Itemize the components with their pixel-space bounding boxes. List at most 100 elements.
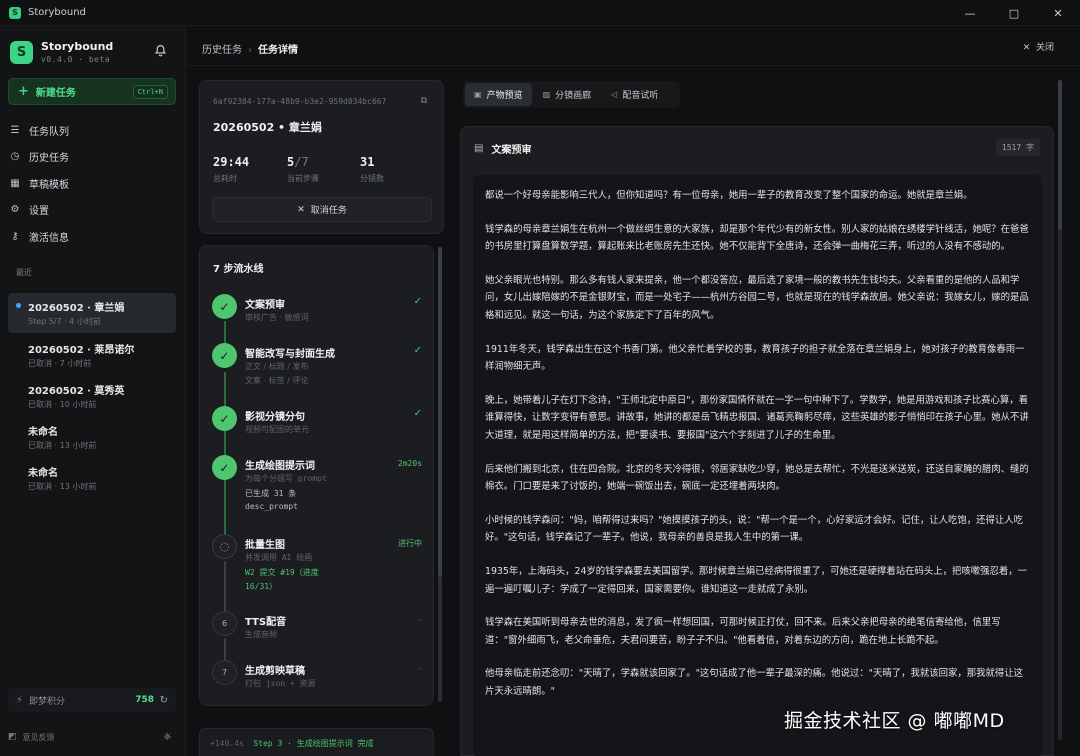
breadcrumb-parent[interactable]: 历史任务: [202, 45, 242, 56]
task-summary-card: 6af92384-177a-48b9-b3e2-959d034bc667 ⧉ 2…: [199, 80, 444, 234]
output-tabs: ▣ 产物预览 ▨ 分镜画廊 ◁ 配音试听: [463, 81, 680, 108]
step-desc-2: 文案 · 标签 / 评论: [245, 376, 309, 385]
bell-icon[interactable]: [154, 44, 168, 58]
step-pending-mark: –: [418, 615, 422, 624]
step-duration: 2m20s: [397, 459, 422, 468]
tab-output-preview[interactable]: ▣ 产物预览: [465, 83, 532, 106]
recent-task-title: 未命名: [28, 427, 58, 438]
recent-task-title: 20260502 · 莱昂诺尔: [28, 345, 135, 356]
window-controls: — □ ✕: [948, 0, 1080, 26]
document-text[interactable]: 都说一个好母亲能影响三代人，但你知道吗？有一位母亲，她用一辈子的教育改变了整个国…: [473, 175, 1042, 756]
paragraph: 他母亲临走前还念叨："天晴了，学森就该回家了。"这句话成了他一辈子最深的痛。他说…: [485, 668, 1023, 697]
gear-icon: ⚙: [10, 203, 20, 215]
connector-line: [224, 638, 226, 660]
step-done-check-icon: ✓: [413, 345, 422, 356]
paragraph: 钱学森在美国听到母亲去世的消息，发了疯一样想回国，可那时候正打仗，回不来。后来父…: [485, 617, 1001, 646]
minimize-button[interactable]: —: [948, 0, 992, 26]
connector-line: [224, 480, 226, 542]
close-icon: ✕: [1022, 43, 1031, 53]
tab-label: 分镜画廊: [555, 91, 592, 101]
copy-icon[interactable]: ⧉: [421, 96, 427, 106]
brand-name: Storybound: [41, 40, 114, 53]
step-pending-mark: –: [418, 664, 422, 673]
watermark: 掘金技术社区 @ 嘟嘟MD: [784, 710, 1005, 732]
step-number: 6: [212, 611, 237, 636]
step-name: 文案预审: [245, 300, 285, 311]
breadcrumb-separator-icon: ›: [248, 45, 252, 56]
step-progress: 16/31）: [245, 582, 278, 591]
recent-task-status: Step 5/7 · 4 小时前: [28, 317, 101, 326]
nav-label: 激活信息: [29, 232, 69, 244]
tab-label: 产物预览: [486, 91, 523, 101]
step-desc: 生成音频: [245, 630, 277, 639]
tab-voice-preview[interactable]: ◁ 配音试听: [602, 83, 667, 106]
check-icon: ✓: [212, 343, 237, 368]
document-title: 文案预审: [491, 145, 532, 156]
paragraph: 她父亲眼光也特别。那么多有钱人家来提亲，他一个都没答应，最后选了家境一般的教书先…: [485, 274, 1029, 321]
plus-icon: +: [18, 84, 29, 99]
maximize-button[interactable]: □: [992, 0, 1036, 26]
close-icon: ✕: [297, 204, 305, 215]
pipeline-title: 7 步流水线: [213, 264, 264, 275]
connector-line: [224, 561, 226, 613]
document-icon: ▤: [474, 143, 484, 154]
feedback-label: 意见反馈: [22, 732, 55, 742]
close-detail-button[interactable]: ✕ 关闭: [1023, 40, 1054, 53]
pipeline-scrollbar[interactable]: [438, 247, 442, 702]
paragraph: 1935年，上海码头，24岁的钱学森要去美国留学。那时候章兰娟已经病得很重了，可…: [485, 565, 1028, 595]
check-icon: ✓: [212, 455, 237, 480]
sidebar: S Storybound v0.4.0 · beta + 新建任务 Ctrl+N…: [0, 26, 186, 756]
recent-task-status: 已取消 · 10 小时前: [28, 400, 97, 409]
nav-item-history[interactable]: ◷ 历史任务: [8, 145, 176, 167]
step-detail: 已生成 31 条: [245, 489, 297, 498]
step-progress: W2 提交 #19（进度: [245, 568, 319, 577]
recent-task-item[interactable]: 20260502 · 章兰娟 Step 5/7 · 4 小时前: [8, 293, 176, 333]
check-icon: ✓: [212, 294, 237, 319]
paragraph: 晚上，她带着儿子在灯下念诗，"王师北定中原日"，那份家国情怀就在一字一句中种下了…: [485, 394, 1029, 441]
step-desc: 正文 / 标题 / 发布: [245, 362, 309, 371]
cancel-task-button[interactable]: ✕ 取消任务: [212, 197, 432, 222]
step-desc: 审核广告 · 敏感词: [245, 313, 309, 322]
box-icon: ▣: [474, 90, 482, 99]
tab-storyboard-gallery[interactable]: ▨ 分镜画廊: [534, 83, 601, 106]
recent-task-status: 已取消 · 13 小时前: [28, 482, 97, 491]
document-header: ▤ 文案预审: [474, 141, 531, 156]
step-name: 批量生图: [245, 540, 285, 551]
recent-task-item[interactable]: 20260502 · 莫秀英 已取消 · 10 小时前: [8, 376, 176, 416]
log-line: +140.4s Step 3 · 生成绘图提示词 完成: [210, 739, 374, 748]
nav-item-templates[interactable]: ▦ 草稿模板: [8, 172, 176, 194]
nav-item-task-queue[interactable]: ☰ 任务队列: [8, 119, 176, 141]
scrollbar-thumb[interactable]: [1058, 80, 1062, 230]
scrollbar-thumb[interactable]: [438, 247, 442, 577]
step-name: 影视分镜分句: [245, 412, 305, 423]
nav-label: 设置: [29, 205, 49, 217]
stat-elapsed: 29:44 总耗时: [213, 155, 249, 184]
app-logo-icon: S: [9, 6, 21, 19]
recent-task-title: 未命名: [28, 468, 58, 479]
nav-item-activation[interactable]: ⚷ 激活信息: [8, 225, 176, 247]
task-title: 20260502 • 章兰娟: [213, 121, 322, 134]
theme-toggle-icon[interactable]: ☼: [163, 732, 172, 743]
recent-task-item[interactable]: 未命名 已取消 · 13 小时前: [8, 417, 176, 457]
app-window: S Storybound — □ ✕ S Storybound v0.4.0 ·…: [0, 0, 1080, 756]
recent-task-item[interactable]: 20260502 · 莱昂诺尔 已取消 · 7 小时前: [8, 335, 176, 375]
app-version: v0.4.0 · beta: [41, 55, 111, 64]
recent-task-title: 20260502 · 章兰娟: [28, 303, 125, 314]
speaker-icon: ◁: [611, 90, 618, 99]
step-done-check-icon: ✓: [413, 408, 422, 419]
new-task-button[interactable]: + 新建任务 Ctrl+N: [8, 78, 176, 105]
task-id: 6af92384-177a-48b9-b3e2-959d034bc667: [213, 97, 387, 106]
main-scrollbar[interactable]: [1058, 80, 1062, 740]
stat-label: 总耗时: [213, 174, 237, 183]
close-window-button[interactable]: ✕: [1036, 0, 1080, 26]
recent-task-item[interactable]: 未命名 已取消 · 13 小时前: [8, 458, 176, 498]
history-icon: ◷: [10, 150, 20, 162]
nav-item-settings[interactable]: ⚙ 设置: [8, 198, 176, 220]
char-count-badge: 1517 字: [995, 139, 1040, 156]
stat-step: 5/7 当前步骤: [287, 155, 319, 184]
feedback-row[interactable]: ◩ 意见反馈 ☼: [8, 727, 176, 747]
nav-label: 任务队列: [29, 126, 69, 138]
nav-label: 历史任务: [29, 152, 69, 164]
refresh-icon[interactable]: ↻: [160, 695, 168, 706]
step-detail: desc_prompt: [245, 502, 298, 511]
